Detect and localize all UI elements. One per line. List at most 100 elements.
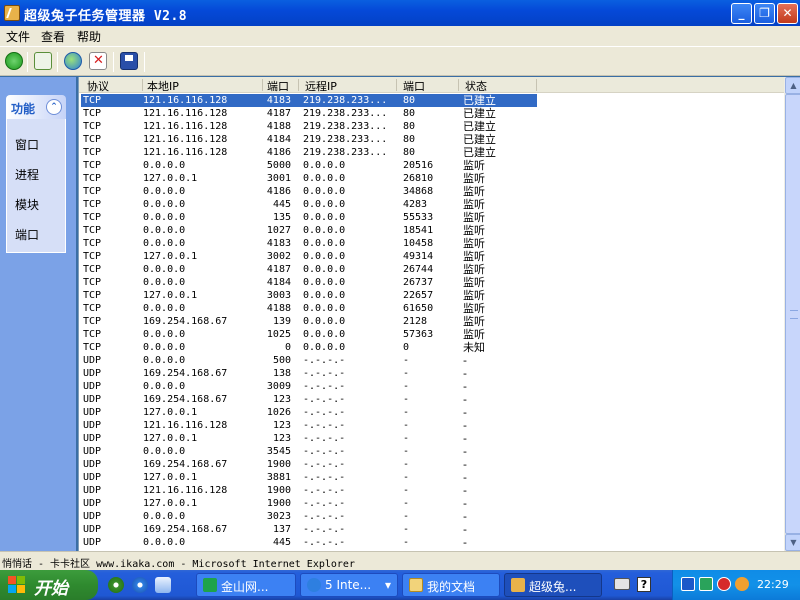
table-row[interactable]: UDP 127.0.0.1 3881 -.-.-.- - - — [79, 471, 784, 484]
table-row[interactable]: TCP 0.0.0.0 4187 0.0.0.0 26744 监听 — [79, 263, 784, 276]
cell-remote-ip: -.-.-.- — [303, 485, 346, 496]
column-local-ip[interactable]: 本地IP — [143, 78, 263, 93]
table-row[interactable]: UDP 0.0.0.0 3009 -.-.-.- - - — [79, 380, 784, 393]
cell-local-ip: 127.0.0.1 — [143, 251, 198, 262]
function-header[interactable]: 功能 ⌃ — [6, 95, 66, 119]
cell-local-port: 5000 — [266, 160, 291, 171]
table-row[interactable]: TCP 121.16.116.128 4188 219.238.233... 80 已建立 — [79, 120, 784, 133]
table-row[interactable]: UDP 169.254.168.67 138 -.-.-.- - - — [79, 367, 784, 380]
cell-state: 监听 — [463, 237, 485, 250]
help-icon[interactable]: ? — [637, 577, 651, 592]
sidebar-item-processes[interactable]: 进程 — [15, 166, 39, 183]
table-row[interactable]: TCP 127.0.0.1 3003 0.0.0.0 22657 监听 — [79, 289, 784, 302]
table-row[interactable]: TCP 169.254.168.67 139 0.0.0.0 2128 监听 — [79, 315, 784, 328]
table-row[interactable]: TCP 0.0.0.0 1025 0.0.0.0 57363 监听 — [79, 328, 784, 341]
scroll-up-button[interactable]: ▲ — [785, 77, 800, 94]
start-button[interactable]: 开始 — [0, 570, 98, 600]
task-group-dropdown-icon[interactable]: ▾ — [385, 578, 391, 592]
cell-remote-ip: 219.238.233... — [303, 108, 388, 119]
cell-protocol: TCP — [83, 212, 102, 223]
column-remote-port[interactable]: 端口 — [399, 78, 459, 93]
table-row[interactable]: TCP 0.0.0.0 0 0.0.0.0 0 未知 — [79, 341, 784, 354]
scrollbar-thumb[interactable] — [785, 94, 800, 534]
table-row[interactable]: UDP 121.16.116.128 1900 -.-.-.- - - — [79, 484, 784, 497]
table-row[interactable]: TCP 121.16.116.128 4186 219.238.233... 80 已建立 — [79, 146, 784, 159]
refresh-icon[interactable] — [34, 52, 52, 70]
maximize-button[interactable]: ❐ — [754, 3, 775, 24]
media-player-icon[interactable] — [108, 577, 124, 593]
table-row[interactable]: TCP 121.16.116.128 4183 219.238.233... 80 已建立 — [79, 94, 784, 107]
cell-protocol: TCP — [83, 303, 102, 314]
table-row[interactable]: UDP 0.0.0.0 445 -.-.-.- - - — [79, 536, 784, 549]
table-row[interactable]: TCP 127.0.0.1 3002 0.0.0.0 49314 监听 — [79, 250, 784, 263]
sidebar-item-windows[interactable]: 窗口 — [15, 136, 39, 153]
table-row[interactable]: TCP 0.0.0.0 4183 0.0.0.0 10458 监听 — [79, 237, 784, 250]
minimize-button[interactable]: _ — [731, 3, 752, 24]
cell-local-port: 4187 — [266, 108, 291, 119]
end-connection-icon[interactable]: ✕ — [89, 52, 107, 70]
sidebar-item-ports[interactable]: 端口 — [15, 226, 39, 243]
table-row[interactable]: UDP 0.0.0.0 3023 -.-.-.- - - — [79, 510, 784, 523]
cell-state: - — [463, 393, 467, 406]
sidebar-item-modules[interactable]: 模块 — [15, 196, 39, 213]
cell-local-ip: 0.0.0.0 — [143, 238, 186, 249]
table-row[interactable]: UDP 169.254.168.67 137 -.-.-.- - - — [79, 523, 784, 536]
menu-help[interactable]: 帮助 — [77, 28, 101, 45]
status-bar: 悄悄话 - 卡卡社区 www.ikaka.com - Microsoft Int… — [0, 551, 800, 570]
globe-icon[interactable] — [64, 52, 82, 70]
column-protocol[interactable]: 协议 — [83, 78, 143, 93]
antivirus-shield-icon[interactable] — [717, 577, 731, 591]
table-row[interactable]: UDP 0.0.0.0 500 -.-.-.- - - — [79, 354, 784, 367]
cell-local-ip: 127.0.0.1 — [143, 173, 198, 184]
menu-file[interactable]: 文件 — [6, 28, 30, 45]
show-desktop-icon[interactable] — [155, 577, 171, 593]
column-state[interactable]: 状态 — [461, 78, 537, 93]
cell-local-ip: 0.0.0.0 — [143, 212, 186, 223]
table-row[interactable]: TCP 0.0.0.0 135 0.0.0.0 55533 监听 — [79, 211, 784, 224]
port-list-view[interactable]: 协议 本地IP 端口 远程IP 端口 状态 TCP 121.16.116.128 4… — [78, 77, 800, 551]
close-button[interactable]: ✕ — [777, 3, 798, 24]
menu-view[interactable]: 查看 — [41, 28, 65, 45]
table-row[interactable]: UDP 127.0.0.1 123 -.-.-.- - - — [79, 432, 784, 445]
table-row[interactable]: UDP 127.0.0.1 1026 -.-.-.- - - — [79, 406, 784, 419]
cell-state: 已建立 — [463, 94, 496, 107]
save-icon[interactable] — [120, 52, 138, 70]
back-icon[interactable] — [5, 52, 23, 70]
task-button-my-documents[interactable]: 我的文档 — [402, 573, 500, 597]
table-row[interactable]: TCP 121.16.116.128 4187 219.238.233... 80 已建立 — [79, 107, 784, 120]
table-row[interactable]: TCP 0.0.0.0 4184 0.0.0.0 26737 监听 — [79, 276, 784, 289]
ie-icon — [307, 578, 321, 592]
table-row[interactable]: UDP 0.0.0.0 3545 -.-.-.- - - — [79, 445, 784, 458]
table-row[interactable]: TCP 121.16.116.128 4184 219.238.233... 80 已建立 — [79, 133, 784, 146]
table-row[interactable]: UDP 127.0.0.1 1900 -.-.-.- - - — [79, 497, 784, 510]
keyboard-icon[interactable] — [614, 578, 630, 590]
internet-explorer-icon[interactable] — [132, 577, 148, 593]
table-row[interactable]: TCP 0.0.0.0 4186 0.0.0.0 34868 监听 — [79, 185, 784, 198]
column-remote-ip[interactable]: 远程IP — [301, 78, 397, 93]
speaker-icon[interactable] — [735, 577, 749, 591]
title-bar[interactable]: 超级兔子任务管理器 V2.8 _ ❐ ✕ — [0, 0, 800, 26]
table-row[interactable]: TCP 0.0.0.0 445 0.0.0.0 4283 监听 — [79, 198, 784, 211]
table-row[interactable]: TCP 0.0.0.0 1027 0.0.0.0 18541 监听 — [79, 224, 784, 237]
cell-local-port: 1026 — [266, 407, 291, 418]
cell-state: 监听 — [463, 315, 485, 328]
cell-remote-port: 61650 — [403, 303, 434, 314]
table-row[interactable]: TCP 0.0.0.0 4188 0.0.0.0 61650 监听 — [79, 302, 784, 315]
table-row[interactable]: TCP 127.0.0.1 3001 0.0.0.0 26810 监听 — [79, 172, 784, 185]
task-button-internet-explorer[interactable]: 5 Inte... ▾ — [300, 573, 398, 597]
task-button-rabbit-manager[interactable]: 超级兔... — [504, 573, 602, 597]
table-row[interactable]: UDP 169.254.168.67 123 -.-.-.- - - — [79, 393, 784, 406]
cell-state: - — [463, 445, 467, 458]
table-row[interactable]: UDP 121.16.116.128 123 -.-.-.- - - — [79, 419, 784, 432]
table-row[interactable]: TCP 0.0.0.0 5000 0.0.0.0 20516 监听 — [79, 159, 784, 172]
table-row[interactable]: UDP 169.254.168.67 1900 -.-.-.- - - — [79, 458, 784, 471]
security-center-icon[interactable] — [699, 577, 713, 591]
scroll-down-button[interactable]: ▼ — [785, 534, 800, 551]
vertical-scrollbar[interactable]: ▲ ▼ — [784, 77, 800, 551]
collapse-chevron-icon[interactable]: ⌃ — [46, 99, 62, 115]
cell-remote-port: 80 — [403, 121, 416, 132]
cell-local-port: 137 — [272, 524, 291, 535]
network-icon[interactable] — [681, 577, 695, 591]
task-button-kingsoft[interactable]: 金山网... — [196, 573, 296, 597]
column-local-port[interactable]: 端口 — [263, 78, 299, 93]
